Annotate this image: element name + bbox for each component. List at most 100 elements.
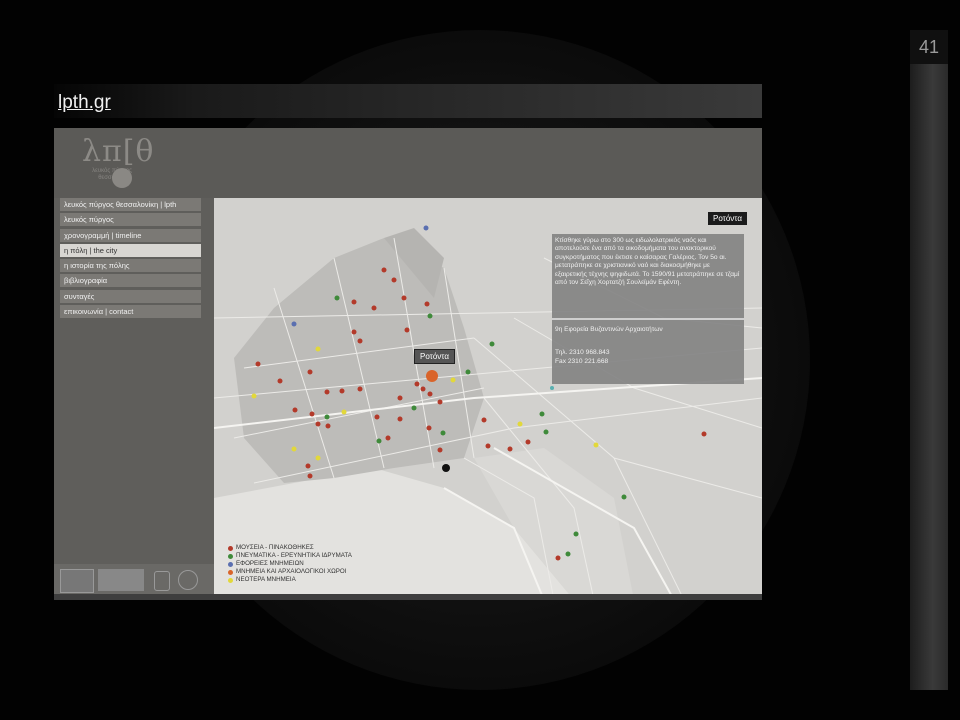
map-point[interactable] [525, 439, 531, 445]
map-point[interactable] [573, 531, 579, 537]
map-point[interactable] [376, 438, 382, 444]
info-organization: 9η Εφορεία Βυζαντινών Αρχαιοτήτων [555, 326, 663, 333]
ministry-logo-icon [154, 571, 170, 591]
map-point[interactable] [251, 393, 257, 399]
map-point[interactable] [291, 321, 297, 327]
website-screenshot: λπ[θ λευκός πύργος θεσσαλονίκη λευκός πύ… [54, 128, 762, 600]
legend-item-modern[interactable]: ΝΕΟΤΕΡΑ ΜΝΗΜΕΙΑ [228, 576, 352, 584]
map-point[interactable] [420, 386, 426, 392]
map-point[interactable] [324, 389, 330, 395]
map-point[interactable] [291, 446, 297, 452]
info-divider [552, 318, 744, 320]
slide-title-bar [54, 84, 762, 118]
legend-item-museums[interactable]: ΜΟΥΣΕΙΑ - ΠΙΝΑΚΟΘΗΚΕΣ [228, 544, 352, 552]
map-point[interactable] [385, 435, 391, 441]
legend-item-ephorates[interactable]: ΕΦΟΡΕΙΕΣ ΜΝΗΜΕΙΩΝ [228, 560, 352, 568]
city-map[interactable]: Ροτόντα Ροτόντα Κτίσθηκε γύρω στο 300 ως… [214, 198, 762, 600]
map-point[interactable] [381, 267, 387, 273]
legend-dot-icon [228, 553, 233, 559]
map-point[interactable] [539, 411, 545, 417]
menu-item-timeline[interactable]: χρονογραμμή | timeline [60, 228, 201, 242]
map-point[interactable] [621, 494, 627, 500]
map-point[interactable] [315, 346, 321, 352]
map-point[interactable] [309, 411, 315, 417]
legend-dot-icon [228, 577, 233, 583]
legend-item-monuments[interactable]: ΜΝΗΜΕΙΑ ΚΑΙ ΑΡΧΑΙΟΛΟΓΙΚΟΙ ΧΩΡΟΙ [228, 568, 352, 576]
selected-monument-rotunda[interactable] [426, 370, 438, 382]
map-point[interactable] [255, 361, 261, 367]
map-point[interactable] [307, 473, 313, 479]
site-footer [54, 594, 762, 600]
map-point[interactable] [427, 391, 433, 397]
map-point[interactable] [437, 399, 443, 405]
map-point[interactable] [517, 421, 523, 427]
map-point[interactable] [411, 405, 417, 411]
map-point[interactable] [593, 442, 599, 448]
white-tower-marker[interactable] [442, 464, 450, 472]
map-point[interactable] [277, 378, 283, 384]
map-point[interactable] [315, 455, 321, 461]
map-point[interactable] [426, 425, 432, 431]
map-point[interactable] [357, 386, 363, 392]
map-point[interactable] [351, 299, 357, 305]
legend-dot-icon [228, 561, 233, 567]
map-point[interactable] [507, 446, 513, 452]
menu-item-contact[interactable]: επικοινωνία | contact [60, 305, 201, 319]
map-point[interactable] [701, 431, 707, 437]
map-point[interactable] [391, 277, 397, 283]
map-point[interactable] [481, 417, 487, 423]
map-point[interactable] [414, 381, 420, 387]
map-point[interactable] [543, 429, 549, 435]
map-point[interactable] [465, 369, 471, 375]
map-point[interactable] [440, 430, 446, 436]
map-point[interactable] [357, 338, 363, 344]
menu-item-bibliography[interactable]: βιβλιογραφία [60, 274, 201, 288]
map-point[interactable] [334, 295, 340, 301]
map-point[interactable] [555, 555, 561, 561]
map-point[interactable] [397, 416, 403, 422]
map-point[interactable] [341, 409, 347, 415]
menu-item-recipes[interactable]: συνταγές [60, 289, 201, 303]
website-link[interactable]: lpth.gr [58, 92, 111, 114]
slide-number: 41 [910, 30, 948, 64]
legend-dot-icon [228, 545, 233, 551]
map-point[interactable] [351, 329, 357, 335]
info-description: Κτίσθηκε γύρω στο 300 ως ειδωλολατρικός … [555, 237, 740, 287]
map-point[interactable] [307, 369, 313, 375]
map-point[interactable] [437, 447, 443, 453]
map-point[interactable] [450, 377, 456, 383]
menu-item-the-city[interactable]: η πόλη | the city [60, 243, 201, 257]
menu-item-white-tower[interactable]: λευκός πύργος [60, 213, 201, 227]
map-point[interactable] [550, 386, 554, 390]
map-point[interactable] [489, 341, 495, 347]
map-point[interactable] [371, 305, 377, 311]
map-point[interactable] [325, 423, 331, 429]
map-point[interactable] [339, 388, 345, 394]
map-point[interactable] [427, 313, 433, 319]
logo-circle-icon [112, 168, 132, 188]
map-point[interactable] [374, 414, 380, 420]
map-point[interactable] [485, 443, 491, 449]
menu-item-city-history[interactable]: η ιστορία της πόλης [60, 259, 201, 273]
map-point[interactable] [305, 463, 311, 469]
site-logo[interactable]: λπ[θ [82, 134, 155, 169]
map-point[interactable] [324, 414, 330, 420]
eu-flag-icon [60, 569, 94, 593]
legend-item-institutes[interactable]: ΠΝΕΥΜΑΤΙΚΑ - ΕΡΕΥΝΗΤΙΚΑ ΙΔΡΥΜΑΤΑ [228, 552, 352, 560]
map-point[interactable] [404, 327, 410, 333]
legend-dot-icon [228, 569, 233, 575]
spiral-logo-icon [178, 570, 198, 590]
map-point[interactable] [423, 225, 429, 231]
sponsor-logos [54, 564, 214, 594]
site-header: λπ[θ λευκός πύργος θεσσαλονίκη [54, 128, 762, 198]
map-point[interactable] [565, 551, 571, 557]
info-panel-title: Ροτόντα [708, 212, 747, 225]
map-point[interactable] [397, 395, 403, 401]
map-legend: ΜΟΥΣΕΙΑ - ΠΙΝΑΚΟΘΗΚΕΣ ΠΝΕΥΜΑΤΙΚΑ - ΕΡΕΥΝ… [228, 544, 352, 584]
map-point[interactable] [424, 301, 430, 307]
map-point[interactable] [292, 407, 298, 413]
map-point[interactable] [401, 295, 407, 301]
menu-item-lpth[interactable]: λευκός πύργος θεσσαλονίκη | lpth [60, 198, 201, 211]
map-point[interactable] [315, 421, 321, 427]
site-menu: λευκός πύργος θεσσαλονίκη | lpth λευκός … [60, 198, 201, 320]
